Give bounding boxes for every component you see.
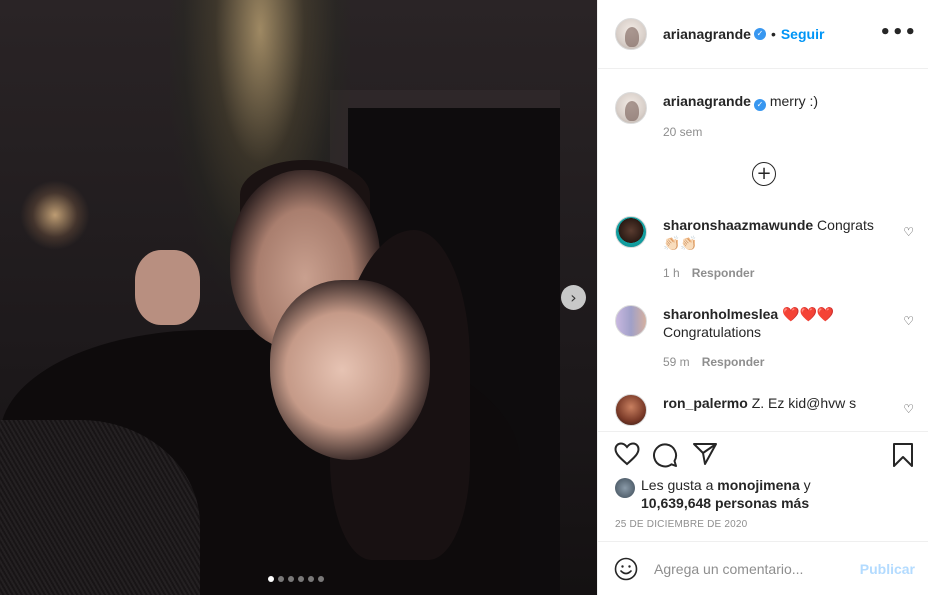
comment-text: Congrats xyxy=(817,217,874,233)
heart-icon[interactable] xyxy=(614,442,640,466)
comment-like-heart-icon[interactable]: ♡ xyxy=(903,225,914,239)
photo-face-right xyxy=(270,280,430,460)
comment-time[interactable]: 1 h xyxy=(663,266,680,280)
load-more-comments-button[interactable]: + xyxy=(752,162,776,186)
comment-like-heart-icon[interactable]: ♡ xyxy=(903,314,914,328)
post-modal: › arianagrande ✓ • Seguir ••• arianagran… xyxy=(0,0,928,595)
comment-text: ❤️❤️❤️ xyxy=(782,306,835,322)
comment-avatar[interactable] xyxy=(615,216,647,248)
emoji-icon[interactable] xyxy=(614,557,638,581)
comment-item: ron_palermo Z. Ez kid@hvw s xyxy=(615,394,915,426)
likes-count-link[interactable]: 10,639,648 personas más xyxy=(641,495,809,511)
likes-prefix: Les gusta a xyxy=(641,477,714,493)
post-header: arianagrande ✓ • Seguir ••• xyxy=(598,0,928,69)
post-side-panel: arianagrande ✓ • Seguir ••• arianagrande… xyxy=(597,0,928,595)
comment-text-line2: Congratulations xyxy=(663,324,762,340)
carousel-indicator xyxy=(268,576,324,582)
comment-text: Z. Ez kid@hvw s xyxy=(751,395,857,411)
verified-badge-icon: ✓ xyxy=(753,28,766,40)
carousel-dot xyxy=(278,576,284,582)
bookmark-icon[interactable] xyxy=(892,442,914,468)
carousel-dot xyxy=(288,576,294,582)
author-info: arianagrande ✓ • Seguir xyxy=(663,26,824,42)
carousel-dot xyxy=(318,576,324,582)
comment-item: sharonholmeslea ❤️❤️❤️ Congratulations 5… xyxy=(615,305,915,369)
share-direct-icon[interactable] xyxy=(692,442,718,466)
comment-body: ron_palermo Z. Ez kid@hvw s xyxy=(663,394,883,426)
author-avatar[interactable] xyxy=(615,18,647,50)
caption-text: merry :) xyxy=(769,93,819,109)
reply-button[interactable]: Responder xyxy=(702,355,765,369)
post-photo[interactable]: › xyxy=(0,0,597,595)
post-actions: Les gusta a monojimena y 10,639,648 pers… xyxy=(598,431,928,541)
likes-text: Les gusta a monojimena y 10,639,648 pers… xyxy=(641,476,811,512)
plus-circle-icon: + xyxy=(756,163,772,184)
follow-button[interactable]: Seguir xyxy=(781,26,825,42)
separator-dot: • xyxy=(770,26,776,42)
author-username[interactable]: arianagrande xyxy=(663,26,751,42)
comment-input[interactable] xyxy=(654,560,854,577)
action-icons-row xyxy=(614,442,914,470)
comment-icon[interactable] xyxy=(652,442,678,468)
liker-avatar[interactable] xyxy=(615,478,635,498)
reply-button[interactable]: Responder xyxy=(692,266,755,280)
comment-username[interactable]: sharonholmeslea xyxy=(663,306,778,322)
comment-username[interactable]: ron_palermo xyxy=(663,395,748,411)
photo-lamp-glow xyxy=(20,180,90,250)
caption-time[interactable]: 20 sem xyxy=(663,125,818,139)
chevron-right-icon: › xyxy=(570,288,577,307)
post-date[interactable]: 25 DE DICIEMBRE DE 2020 xyxy=(615,519,747,530)
post-caption: arianagrande ✓ merry :) 20 sem xyxy=(615,92,818,139)
carousel-dot xyxy=(298,576,304,582)
comments-list[interactable]: arianagrande ✓ merry :) 20 sem + sharonsh… xyxy=(598,69,928,431)
carousel-dot-active xyxy=(268,576,274,582)
add-comment-bar: Publicar xyxy=(598,541,928,595)
comment-time[interactable]: 59 m xyxy=(663,355,690,369)
comment-item: sharonshaazmawunde Congrats 👏🏻👏🏻 1 h Res… xyxy=(615,216,915,280)
carousel-next-button[interactable]: › xyxy=(561,285,586,310)
comment-avatar[interactable] xyxy=(615,305,647,337)
publish-button[interactable]: Publicar xyxy=(860,561,915,577)
caption-avatar[interactable] xyxy=(615,92,647,124)
comment-body: sharonholmeslea ❤️❤️❤️ Congratulations 5… xyxy=(663,305,883,369)
photo-hand xyxy=(135,250,200,325)
comment-emoji: 👏🏻👏🏻 xyxy=(663,235,698,251)
likes-summary: Les gusta a monojimena y 10,639,648 pers… xyxy=(615,476,811,512)
comment-avatar[interactable] xyxy=(615,394,647,426)
comment-body: sharonshaazmawunde Congrats 👏🏻👏🏻 1 h Res… xyxy=(663,216,883,280)
caption-username[interactable]: arianagrande xyxy=(663,93,751,109)
comment-like-heart-icon[interactable]: ♡ xyxy=(903,402,914,416)
likes-conjunction: y xyxy=(803,477,811,493)
caption-body: arianagrande ✓ merry :) 20 sem xyxy=(663,92,818,139)
carousel-dot xyxy=(308,576,314,582)
comment-username[interactable]: sharonshaazmawunde xyxy=(663,217,813,233)
liker-username[interactable]: monojimena xyxy=(717,477,799,493)
verified-badge-icon: ✓ xyxy=(753,99,766,111)
more-options-icon[interactable]: ••• xyxy=(879,22,917,43)
